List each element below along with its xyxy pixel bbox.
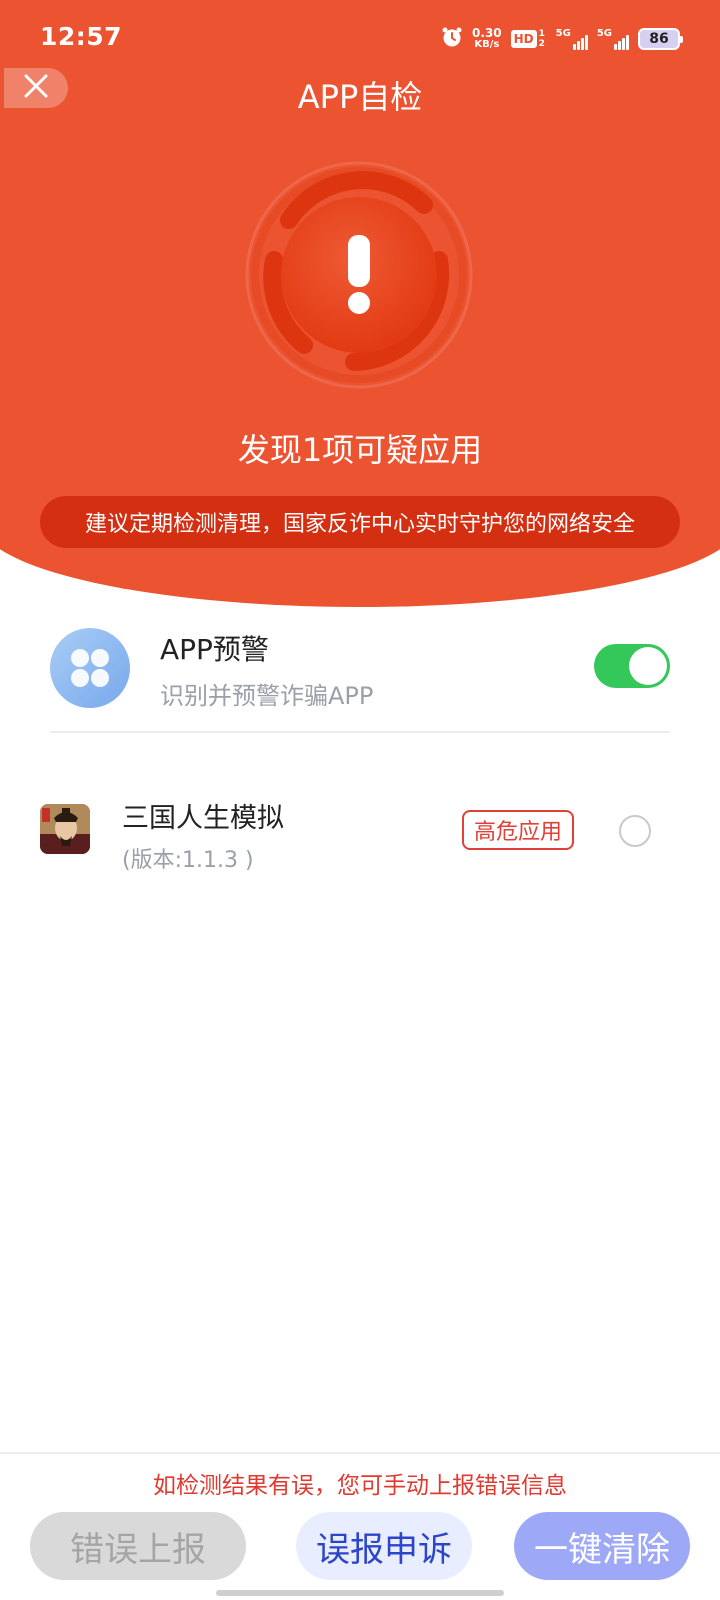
appeal-button[interactable]: 误报申诉 bbox=[296, 1512, 472, 1580]
app-name: 三国人生模拟 bbox=[122, 803, 284, 834]
toggle-knob bbox=[629, 647, 667, 685]
security-tip: 建议定期检测清理，国家反诈中心实时守护您的网络安全 bbox=[40, 496, 680, 548]
home-indicator[interactable] bbox=[216, 1590, 504, 1596]
alert-icon bbox=[234, 150, 484, 400]
status-time: 12:57 bbox=[40, 22, 123, 51]
app-warning-toggle[interactable] bbox=[594, 644, 670, 688]
footer-note: 如检测结果有误，您可手动上报错误信息 bbox=[153, 1473, 567, 1499]
footer-divider bbox=[0, 1452, 720, 1454]
game-app-icon bbox=[40, 804, 90, 854]
signal-icon: 5G bbox=[556, 28, 588, 50]
one-click-clean-button[interactable]: 一键清除 bbox=[514, 1512, 690, 1580]
signal-label: 5G bbox=[555, 28, 571, 39]
net-speed: 0.30 KB/s bbox=[472, 27, 502, 51]
app-version: (版本:1.1.3 ) bbox=[122, 848, 254, 873]
signal-icon: 5G bbox=[597, 28, 629, 50]
app-warning-subtitle: 识别并预警诈骗APP bbox=[160, 682, 374, 710]
select-radio[interactable] bbox=[619, 815, 651, 847]
report-error-button[interactable]: 错误上报 bbox=[30, 1512, 246, 1580]
app-warning-row: APP预警 识别并预警诈骗APP bbox=[50, 624, 670, 734]
alarm-icon bbox=[441, 26, 463, 52]
hd-icon: HD bbox=[510, 30, 537, 48]
scan-headline: 发现1项可疑应用 bbox=[237, 431, 483, 469]
risk-badge: 高危应用 bbox=[462, 810, 575, 850]
battery-level: 86 bbox=[649, 31, 669, 47]
divider bbox=[50, 731, 670, 733]
signal-label: 5G bbox=[596, 28, 612, 39]
hd-sub-label: 1 2 bbox=[538, 29, 545, 49]
battery-icon: 86 bbox=[638, 28, 683, 50]
app-warning-title: APP预警 bbox=[160, 633, 269, 666]
net-speed-value: 0.30 bbox=[472, 26, 502, 40]
status-bar: 12:57 0.30 KB/s HD 1 2 5G 5G 86 bbox=[0, 0, 720, 76]
list-item[interactable]: 三国人生模拟 (版本:1.1.3 ) 高危应用 bbox=[0, 790, 720, 880]
status-icons: 0.30 KB/s HD 1 2 5G 5G 86 bbox=[441, 24, 683, 54]
page-title: APP自检 bbox=[297, 78, 423, 116]
app-grid-icon bbox=[50, 628, 130, 708]
net-speed-unit: KB/s bbox=[474, 39, 500, 50]
